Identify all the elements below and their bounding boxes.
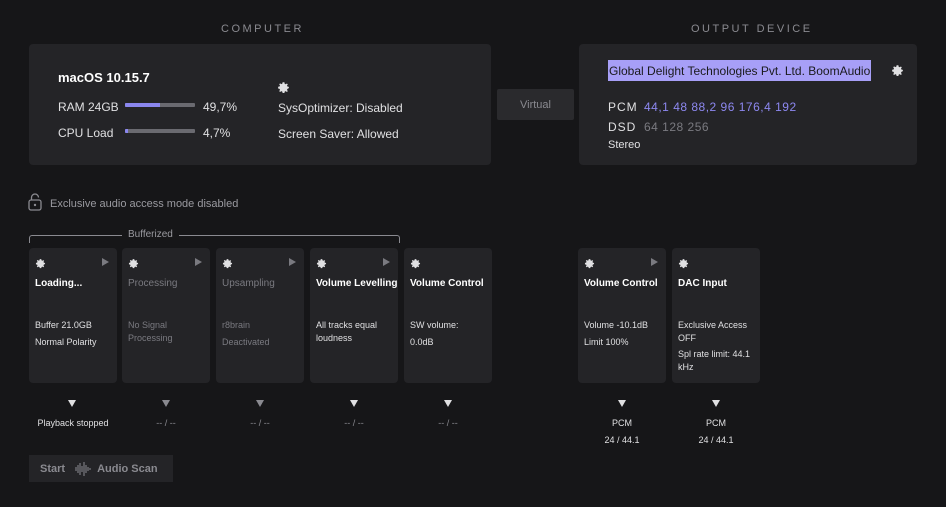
stage-loading[interactable]: Loading... Buffer 21.0GB Normal Polarity [29, 248, 117, 383]
stage-upsampling[interactable]: Upsampling r8brain Deactivated [216, 248, 304, 383]
gear-icon[interactable] [891, 64, 904, 82]
down-arrow-icon [444, 400, 452, 407]
stage-desc: No Signal Processing [128, 320, 173, 343]
output-section-title: OUTPUT DEVICE [691, 23, 813, 35]
gear-icon[interactable] [222, 256, 233, 274]
stage-title: Loading... [35, 278, 83, 289]
stage-title: Upsampling [222, 278, 275, 289]
ram-value: 49,7% [203, 100, 238, 114]
down-arrow-icon [68, 400, 76, 407]
play-icon[interactable] [289, 258, 296, 266]
stage-title: Volume Control [410, 278, 484, 289]
bufferized-bracket [29, 235, 400, 243]
stage-desc: Exclusive Access OFF Spl rate limit: 44.1… [678, 320, 751, 372]
gear-icon[interactable] [316, 256, 327, 274]
stage-desc: SW volume: 0.0dB [410, 320, 459, 347]
stage-format-type: PCM [706, 418, 726, 428]
play-icon[interactable] [383, 258, 390, 266]
stage-desc: r8brain Deactivated [222, 320, 270, 347]
waveform-icon [75, 461, 91, 477]
playback-status: Playback stopped [37, 418, 109, 428]
bufferized-label: Bufferized [122, 229, 179, 240]
ram-bar [125, 103, 195, 107]
stage-format: -- / -- [156, 418, 176, 428]
gear-icon[interactable] [128, 256, 139, 274]
stage-title: Volume Levelling [316, 278, 398, 289]
pcm-rates: 44,1 48 88,2 96 176,4 192 [644, 100, 797, 114]
stage-device-volume-control[interactable]: Volume Control Volume -10.1dB Limit 100% [578, 248, 666, 383]
stage-format-rate: 24 / 44.1 [698, 435, 734, 445]
gear-icon[interactable] [277, 81, 290, 99]
audio-scan-label: Audio Scan [97, 462, 158, 475]
down-arrow-icon [618, 400, 626, 407]
gear-icon[interactable] [678, 256, 689, 274]
start-audio-scan-button[interactable]: Start Audio Scan [29, 455, 173, 482]
sysoptimizer-status: SysOptimizer: Disabled [278, 101, 403, 115]
stage-desc: All tracks equal loudness [316, 320, 378, 343]
ram-label: RAM 24GB [58, 100, 119, 114]
computer-section-title: COMPUTER [221, 23, 304, 35]
screensaver-status: Screen Saver: Allowed [278, 127, 399, 141]
down-arrow-icon [350, 400, 358, 407]
stage-format-type: PCM [612, 418, 632, 428]
down-arrow-icon [162, 400, 170, 407]
os-version: macOS 10.15.7 [58, 70, 150, 85]
cpu-bar-fill [125, 129, 129, 133]
dsd-label: DSD [608, 120, 637, 134]
exclusive-mode-status: Exclusive audio access mode disabled [50, 198, 239, 210]
cpu-bar [125, 129, 195, 133]
start-label: Start [40, 462, 66, 475]
virtual-button[interactable]: Virtual [497, 89, 574, 120]
stage-format: -- / -- [438, 418, 458, 428]
down-arrow-icon [256, 400, 264, 407]
output-device-name[interactable]: Global Delight Technologies Pvt. Ltd. Bo… [608, 60, 872, 81]
gear-icon[interactable] [584, 256, 595, 274]
stage-title: Processing [128, 278, 178, 289]
channel-mode: Stereo [608, 139, 641, 151]
stage-format-rate: 24 / 44.1 [604, 435, 640, 445]
down-arrow-icon [712, 400, 720, 407]
stage-desc: Volume -10.1dB Limit 100% [584, 320, 649, 347]
cpu-value: 4,7% [203, 126, 231, 140]
stage-dac-input[interactable]: DAC Input Exclusive Access OFF Spl rate l… [672, 248, 760, 383]
stage-title: DAC Input [678, 278, 727, 289]
pcm-label: PCM [608, 100, 638, 114]
play-icon[interactable] [102, 258, 109, 266]
stage-volume-levelling[interactable]: Volume Levelling All tracks equal loudne… [310, 248, 398, 383]
cpu-label: CPU Load [58, 126, 114, 140]
gear-icon[interactable] [410, 256, 421, 274]
stage-volume-control[interactable]: Volume Control SW volume: 0.0dB [404, 248, 492, 383]
play-icon[interactable] [195, 258, 202, 266]
play-icon[interactable] [651, 258, 658, 266]
stage-desc: Buffer 21.0GB Normal Polarity [35, 320, 97, 347]
stage-format: -- / -- [344, 418, 364, 428]
stage-processing[interactable]: Processing No Signal Processing [122, 248, 210, 383]
ram-bar-fill [125, 103, 160, 107]
stage-title: Volume Control [584, 278, 658, 289]
unlock-icon[interactable] [28, 192, 42, 216]
dsd-rates: 64 128 256 [644, 120, 710, 134]
gear-icon[interactable] [35, 256, 46, 274]
stage-format: -- / -- [250, 418, 270, 428]
